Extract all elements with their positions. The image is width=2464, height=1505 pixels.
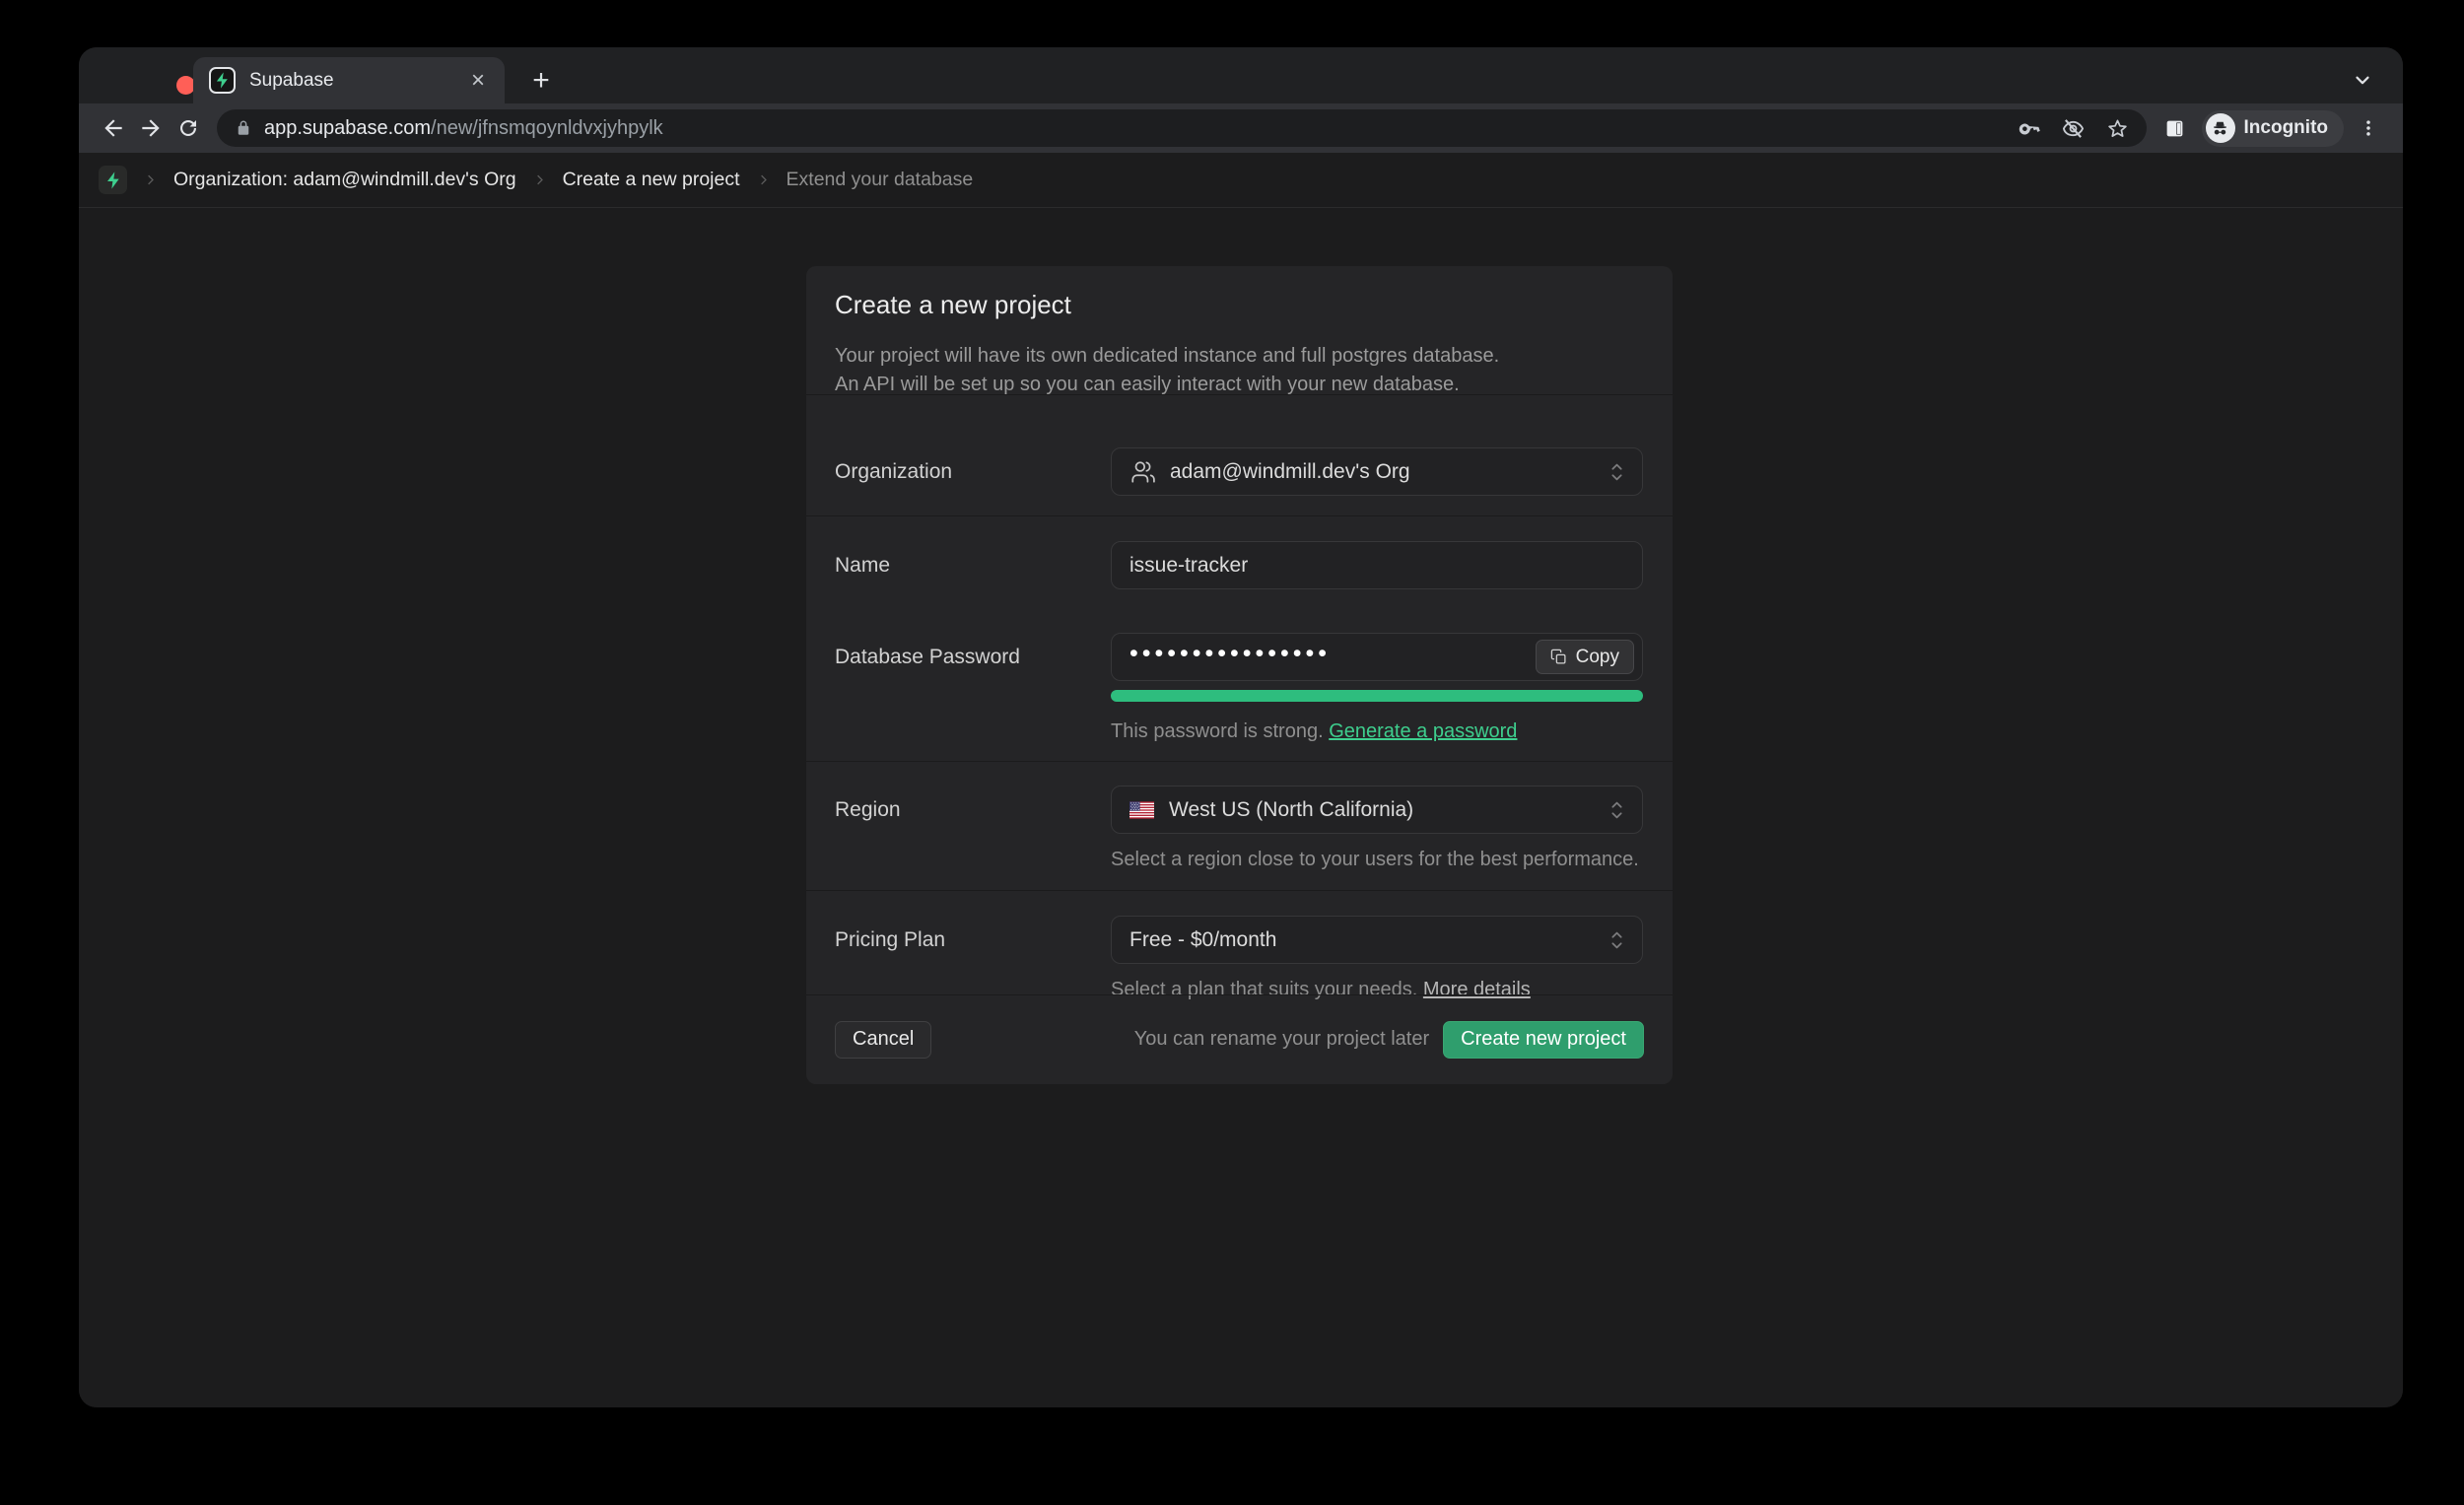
page-title: Create a new project: [835, 290, 1071, 320]
password-strength-text: This password is strong.: [1111, 720, 1324, 742]
incognito-icon: [2206, 113, 2235, 143]
address-bar[interactable]: app.supabase.com/new/jfnsmqoynldvxjyhpyl…: [217, 109, 2147, 147]
incognito-label: Incognito: [2244, 117, 2328, 139]
breadcrumb: Organization: adam@windmill.dev's Org Cr…: [79, 153, 2403, 208]
us-flag-icon: [1129, 801, 1154, 819]
select-chevrons-icon: [1609, 797, 1624, 823]
side-panel-icon[interactable]: [2156, 109, 2194, 147]
tab-search-chevron-icon[interactable]: [2350, 67, 2375, 93]
page-content: Create a new project Your project will h…: [79, 208, 2403, 1407]
reload-button[interactable]: [170, 109, 207, 147]
name-value: issue-tracker: [1129, 554, 1248, 578]
new-tab-button[interactable]: +: [524, 64, 558, 98]
card-footer: Cancel You can rename your project later…: [806, 994, 1673, 1084]
generate-password-link[interactable]: Generate a password: [1329, 720, 1517, 742]
description-line-1: Your project will have its own dedicated…: [835, 342, 1499, 371]
tab-title: Supabase: [249, 70, 465, 92]
breadcrumb-create-project[interactable]: Create a new project: [563, 169, 740, 191]
pricing-plan-select[interactable]: Free - $0/month: [1111, 916, 1643, 964]
url-host: app.supabase.com: [264, 117, 431, 140]
breadcrumb-organization[interactable]: Organization: adam@windmill.dev's Org: [173, 169, 516, 191]
page-description: Your project will have its own dedicated…: [835, 342, 1499, 399]
browser-toolbar: app.supabase.com/new/jfnsmqoynldvxjyhpyl…: [79, 103, 2403, 153]
create-project-card: Create a new project Your project will h…: [806, 266, 1673, 1084]
database-password-input[interactable]: •••••••••••••••• Copy: [1111, 633, 1643, 681]
cancel-button[interactable]: Cancel: [835, 1021, 931, 1059]
password-strength-bar: [1111, 690, 1643, 702]
pricing-plan-label: Pricing Plan: [835, 928, 945, 952]
users-icon: [1129, 459, 1155, 485]
breadcrumb-extend-database: Extend your database: [787, 169, 974, 191]
lock-icon[interactable]: [235, 119, 252, 137]
create-new-project-button[interactable]: Create new project: [1443, 1021, 1644, 1059]
incognito-badge: Incognito: [2202, 110, 2344, 147]
name-label: Name: [835, 554, 890, 578]
divider: [806, 394, 1673, 395]
region-select[interactable]: West US (North California): [1111, 786, 1643, 834]
eye-slash-icon[interactable]: [2062, 117, 2085, 140]
organization-select[interactable]: adam@windmill.dev's Org: [1111, 447, 1643, 496]
name-input[interactable]: issue-tracker: [1111, 541, 1643, 589]
divider: [806, 890, 1673, 891]
password-helper: This password is strong. Generate a pass…: [1111, 720, 1517, 743]
bookmark-star-icon[interactable]: [2106, 117, 2129, 140]
chevron-right-icon: [532, 172, 547, 187]
region-value: West US (North California): [1169, 798, 1413, 822]
copy-password-button[interactable]: Copy: [1536, 640, 1634, 674]
back-button[interactable]: [95, 109, 132, 147]
rename-note: You can rename your project later: [1134, 1028, 1429, 1051]
supabase-favicon-icon: [209, 67, 236, 94]
divider: [806, 515, 1673, 516]
select-chevrons-icon: [1609, 927, 1624, 953]
password-masked-value: ••••••••••••••••: [1129, 642, 1331, 666]
chevron-right-icon: [143, 172, 158, 187]
database-password-label: Database Password: [835, 646, 1020, 669]
select-chevrons-icon: [1609, 459, 1624, 485]
region-helper: Select a region close to your users for …: [1111, 849, 1639, 871]
organization-label: Organization: [835, 460, 952, 484]
browser-menu-icon[interactable]: [2350, 109, 2387, 147]
tab-strip: Supabase × +: [79, 47, 2403, 103]
browser-window: Supabase × + app.supabase.com/new/jfnsmq…: [79, 47, 2403, 1407]
divider: [806, 761, 1673, 762]
copy-button-label: Copy: [1576, 647, 1619, 668]
key-icon[interactable]: [2019, 117, 2040, 139]
forward-button[interactable]: [132, 109, 170, 147]
region-label: Region: [835, 798, 901, 822]
browser-tab[interactable]: Supabase ×: [193, 57, 505, 103]
close-tab-icon[interactable]: ×: [465, 68, 491, 94]
pricing-plan-value: Free - $0/month: [1129, 928, 1276, 952]
url-path: /new/jfnsmqoynldvxjyhpylk: [431, 117, 663, 140]
supabase-logo-icon[interactable]: [99, 166, 127, 194]
organization-value: adam@windmill.dev's Org: [1170, 460, 1410, 484]
chevron-right-icon: [756, 172, 771, 187]
